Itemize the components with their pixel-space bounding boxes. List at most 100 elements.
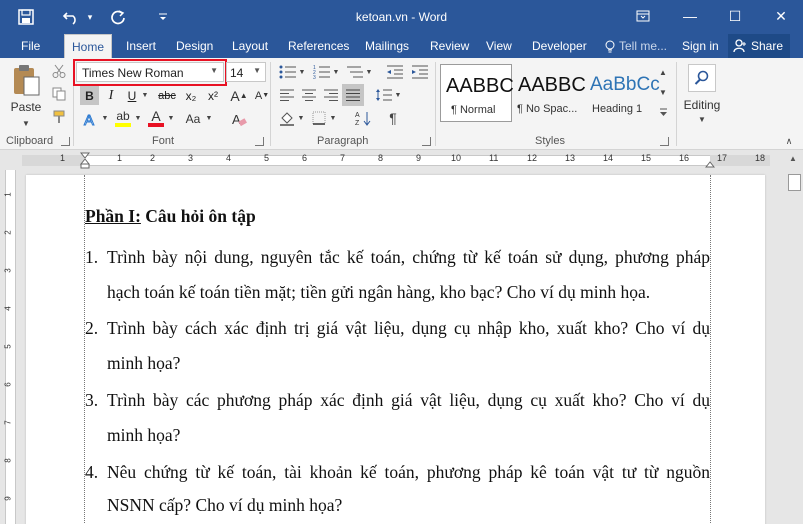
shrink-font-button[interactable]: A ▼ — [254, 86, 270, 105]
paragraph-launcher-icon[interactable] — [422, 137, 431, 146]
line-spacing-icon[interactable] — [374, 86, 394, 104]
close-button[interactable]: ✕ — [768, 4, 794, 28]
line-spacing-dropdown-icon[interactable]: ▼ — [394, 86, 402, 104]
font-color-button[interactable]: A — [146, 107, 166, 128]
tab-view[interactable]: View — [486, 34, 512, 58]
scrollbar-thumb[interactable] — [788, 174, 801, 191]
text-effects-icon[interactable]: A — [80, 109, 100, 128]
editing-button[interactable]: Editing — [680, 98, 724, 112]
sign-in-link[interactable]: Sign in — [682, 34, 719, 58]
borders-icon[interactable] — [309, 109, 329, 127]
style-normal[interactable]: AABBC ¶ Normal — [440, 64, 514, 122]
font-color-dropdown-icon[interactable]: ▼ — [166, 109, 176, 128]
ribbon-display-options-icon[interactable] — [630, 4, 656, 28]
vertical-ruler[interactable]: 1 2 3 4 5 6 7 8 9 — [0, 170, 20, 524]
vertical-ruler-number: 5 — [3, 344, 13, 349]
shading-dropdown-icon[interactable]: ▼ — [297, 109, 305, 127]
style-no-spacing[interactable]: AABBC ¶ No Spac... — [513, 64, 586, 122]
font-size-combobox[interactable]: 14 ▼ — [226, 62, 266, 82]
font-launcher-icon[interactable] — [255, 137, 264, 146]
list-item-line[interactable]: Nêu chứng từ kế toán, tài khoản kế toán,… — [107, 462, 710, 484]
vertical-ruler-number: 6 — [3, 382, 13, 387]
highlight-dropdown-icon[interactable]: ▼ — [133, 109, 143, 128]
list-item-line[interactable]: hạch toán kế toán tiền mặt; tiền gửi ngâ… — [107, 282, 650, 303]
italic-button[interactable]: I — [102, 86, 120, 105]
paste-icon[interactable] — [8, 62, 44, 98]
styles-launcher-icon[interactable] — [660, 137, 669, 146]
bold-button[interactable]: B — [80, 86, 99, 105]
horizontal-ruler[interactable]: 1 1 2 3 4 5 6 7 8 9 10 11 12 13 14 15 16… — [0, 150, 803, 170]
multilevel-dropdown-icon[interactable]: ▼ — [365, 63, 373, 81]
list-item-line[interactable]: minh họa? — [107, 425, 180, 446]
collapse-ribbon-icon[interactable]: ∧ — [782, 136, 796, 146]
list-item-line[interactable]: Trình bày cách xác định trị giá vật liệu… — [107, 318, 710, 340]
clear-formatting-icon[interactable]: A — [230, 109, 248, 128]
find-icon[interactable] — [688, 64, 716, 92]
tab-file[interactable]: File — [21, 34, 40, 58]
copy-icon[interactable] — [51, 86, 67, 102]
section-heading[interactable]: Phần I: Câu hỏi ôn tập — [85, 206, 256, 227]
align-right-icon[interactable] — [321, 86, 341, 104]
ruler-number: 2 — [150, 153, 156, 163]
grow-font-button[interactable]: A ▲ — [230, 86, 248, 105]
list-item-line[interactable]: Trình bày nội dung, nguyên tắc kế toán, … — [107, 247, 710, 269]
editing-dropdown-icon[interactable]: ▼ — [696, 114, 708, 124]
style-heading-1[interactable]: AaBbCc Heading 1 — [586, 64, 660, 122]
tab-references[interactable]: References — [288, 34, 349, 58]
list-item-line[interactable]: Trình bày các phương pháp xác định giá v… — [107, 390, 710, 412]
borders-dropdown-icon[interactable]: ▼ — [329, 109, 337, 127]
underline-button[interactable]: U — [123, 86, 141, 105]
styles-scroll-up-icon[interactable]: ▲ — [656, 62, 670, 82]
show-formatting-marks-icon[interactable]: ¶ — [384, 109, 402, 127]
paste-label[interactable]: Paste — [10, 100, 42, 114]
bullets-dropdown-icon[interactable]: ▼ — [298, 63, 306, 81]
decrease-indent-icon[interactable] — [385, 63, 405, 81]
tab-review[interactable]: Review — [430, 34, 469, 58]
change-case-dropdown-icon[interactable]: ▼ — [204, 109, 214, 128]
ruler-left-margin — [22, 155, 84, 166]
tab-design[interactable]: Design — [176, 34, 213, 58]
paste-dropdown-icon[interactable]: ▼ — [20, 118, 32, 128]
numbering-dropdown-icon[interactable]: ▼ — [332, 63, 340, 81]
strikethrough-button[interactable]: abc — [155, 86, 179, 105]
share-button[interactable]: Share — [728, 34, 791, 58]
change-case-button[interactable]: Aa — [182, 109, 204, 128]
shading-icon[interactable] — [277, 109, 297, 127]
sort-icon[interactable]: AZ — [353, 109, 373, 127]
tab-mailings[interactable]: Mailings — [365, 34, 409, 58]
maximize-button[interactable]: ☐ — [722, 4, 748, 28]
indent-marker-icon[interactable] — [80, 152, 90, 170]
ruler-number: 7 — [340, 153, 346, 163]
format-painter-icon[interactable] — [51, 109, 67, 125]
list-item-line[interactable]: NSNN cấp? Cho ví dụ minh họa? — [107, 495, 342, 516]
highlight-color-button[interactable]: ab — [113, 107, 133, 128]
right-indent-marker-icon[interactable] — [705, 158, 715, 168]
superscript-button[interactable]: x² — [203, 86, 223, 105]
underline-dropdown-icon[interactable]: ▼ — [140, 86, 150, 105]
tell-me-box[interactable]: Tell me... — [605, 34, 667, 58]
tab-developer[interactable]: Developer — [532, 34, 587, 58]
list-item-line[interactable]: minh họa? — [107, 353, 180, 374]
minimize-button[interactable]: — — [677, 4, 703, 28]
styles-scroll-down-icon[interactable]: ▼ — [656, 82, 670, 102]
vertical-scrollbar[interactable]: ▲ — [786, 150, 803, 524]
styles-more-icon[interactable] — [656, 102, 670, 122]
tab-insert[interactable]: Insert — [126, 34, 156, 58]
scroll-up-icon[interactable]: ▲ — [789, 154, 797, 163]
justify-icon[interactable] — [342, 84, 364, 106]
clipboard-launcher-icon[interactable] — [61, 137, 70, 146]
align-left-icon[interactable] — [277, 86, 297, 104]
cut-icon[interactable] — [51, 63, 67, 79]
multilevel-list-icon[interactable] — [344, 63, 366, 81]
subscript-button[interactable]: x₂ — [181, 86, 201, 105]
align-center-icon[interactable] — [299, 86, 319, 104]
person-icon — [733, 39, 746, 53]
increase-indent-icon[interactable] — [410, 63, 430, 81]
text-effects-dropdown-icon[interactable]: ▼ — [100, 109, 110, 128]
tab-home[interactable]: Home — [64, 34, 113, 58]
document-page[interactable]: Phần I: Câu hỏi ôn tập 1. Trình bày nội … — [26, 175, 765, 524]
tab-layout[interactable]: Layout — [232, 34, 268, 58]
numbering-icon[interactable]: 123 — [311, 63, 333, 81]
bullets-icon[interactable] — [277, 63, 299, 81]
font-size-dropdown-icon[interactable]: ▼ — [253, 66, 261, 75]
